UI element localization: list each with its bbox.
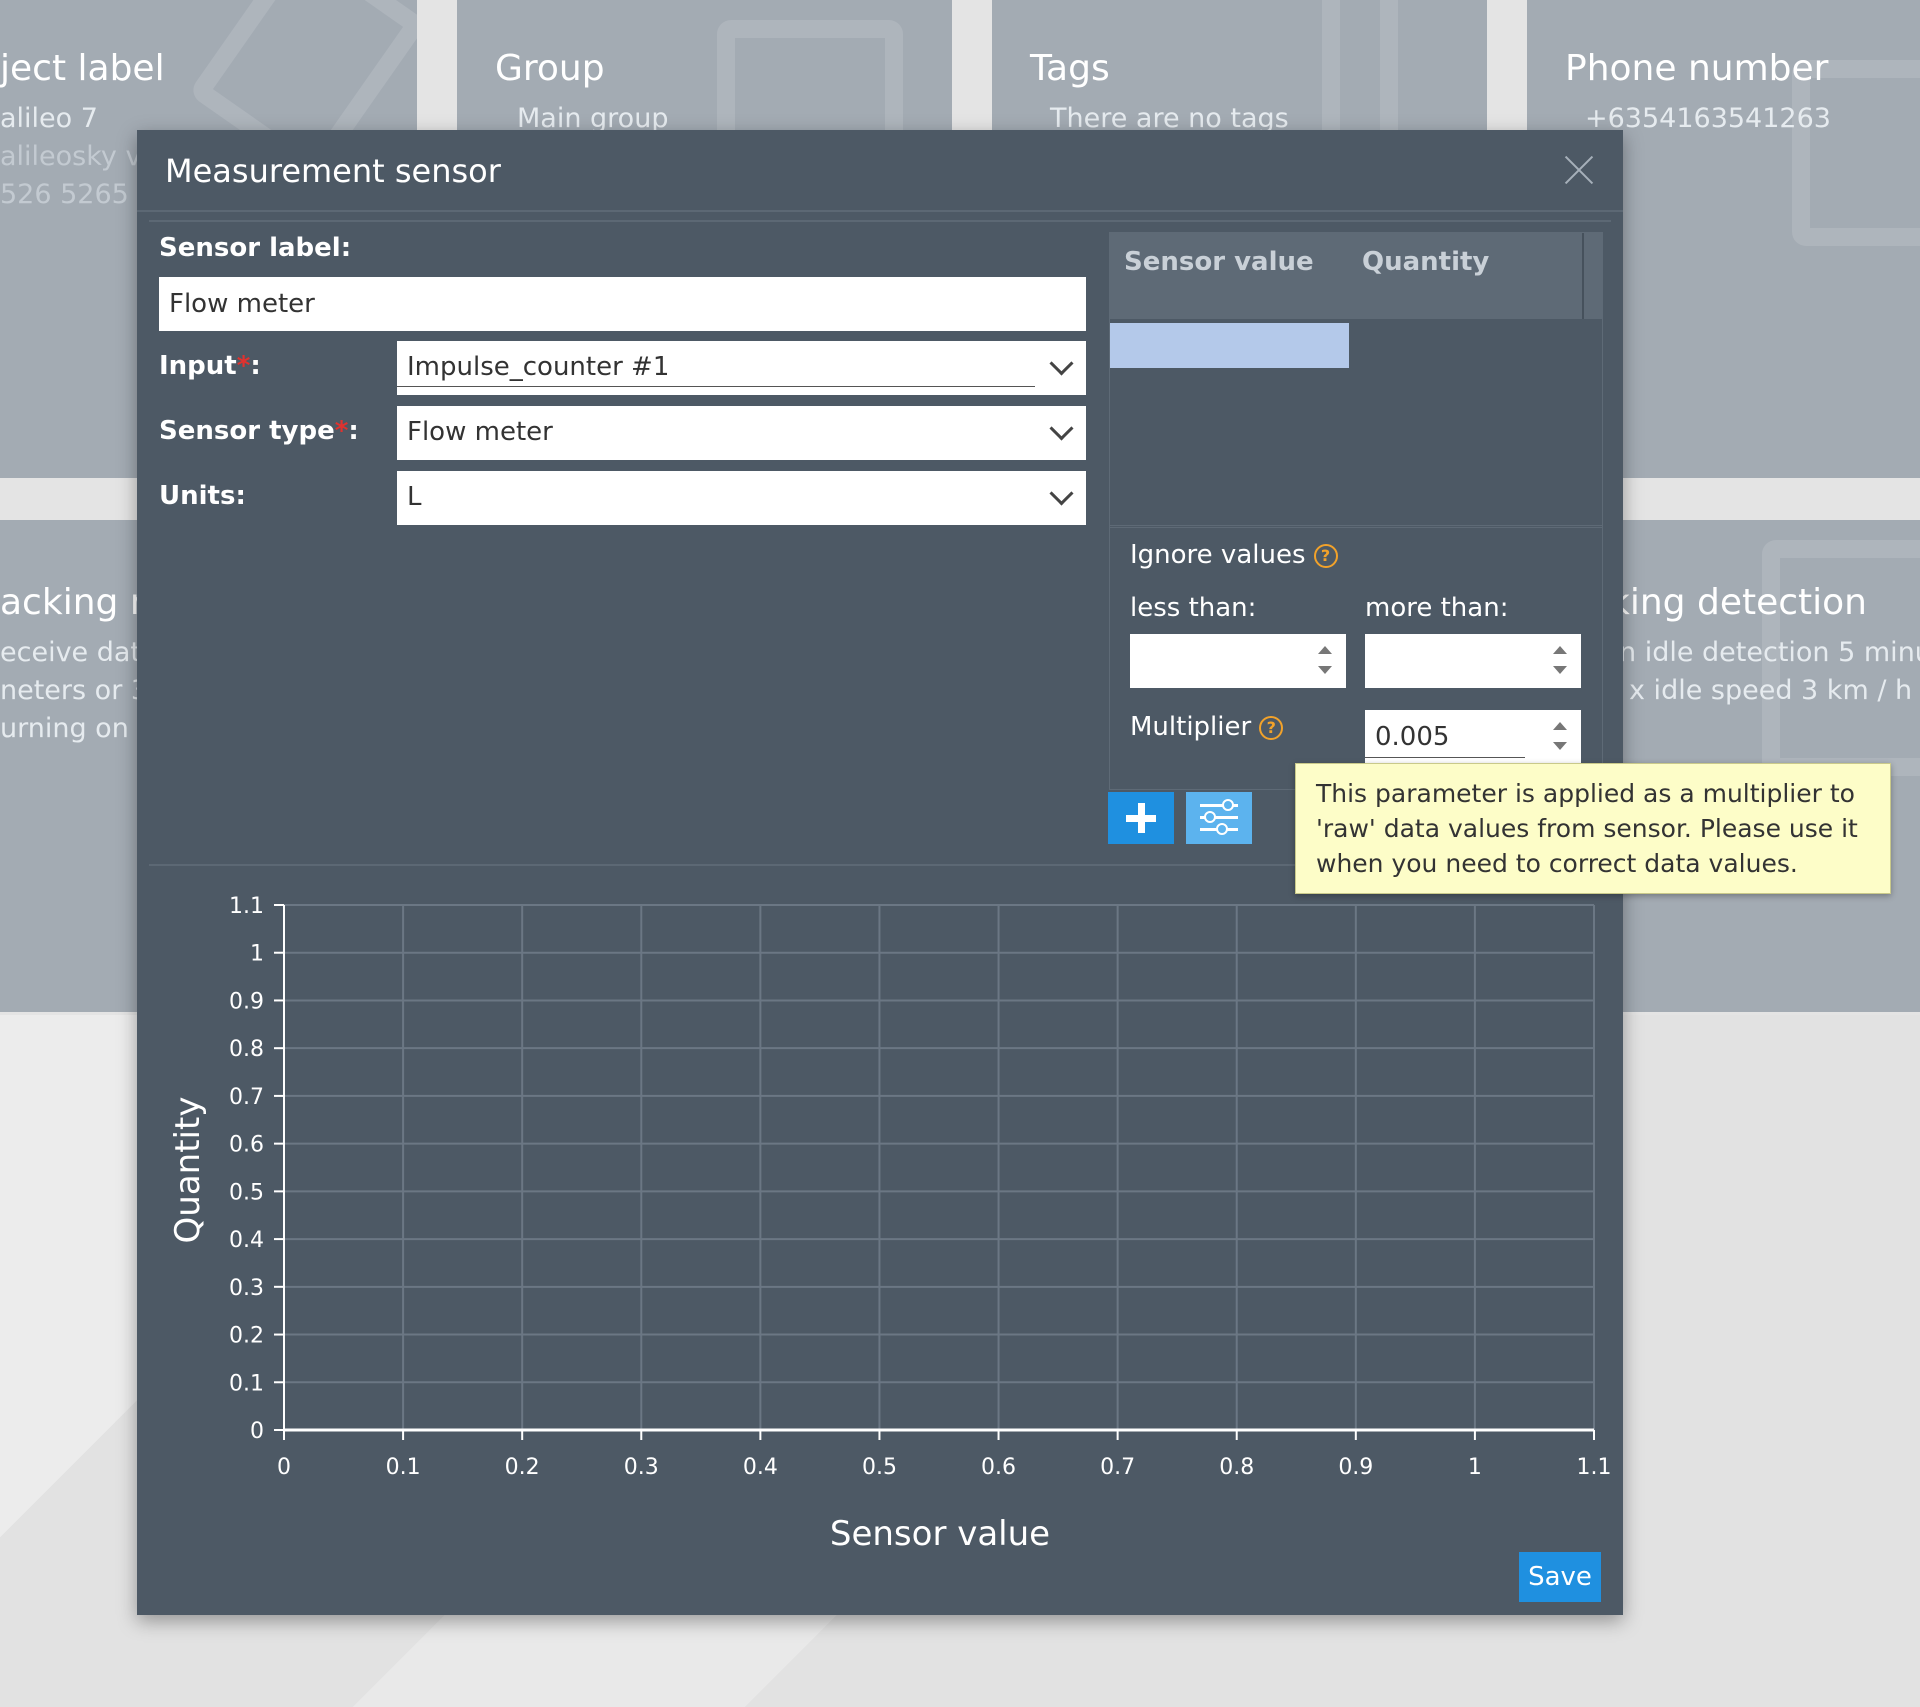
save-button[interactable]: Save — [1519, 1552, 1601, 1602]
x-tick-label: 1 — [1468, 1455, 1482, 1480]
multiplier-tooltip: This parameter is applied as a multiplie… — [1295, 763, 1891, 894]
x-tick-label: 0 — [277, 1455, 291, 1480]
y-tick-label: 0.4 — [229, 1228, 264, 1253]
card-title: king detection — [1609, 582, 1867, 623]
x-axis-ticks: 0 0.1 0.2 0.3 0.4 0.5 0.6 0.7 0.8 0.9 1 1.1 — [277, 1430, 1612, 1480]
card-line: n idle detection 5 minut — [1619, 637, 1920, 668]
x-tick-label: 0.5 — [862, 1455, 897, 1480]
y-tick-label: 0.2 — [229, 1324, 264, 1349]
x-tick-label: 0.9 — [1338, 1455, 1373, 1480]
chart-axes — [283, 905, 1594, 1432]
y-axis-ticks: 0 0.1 0.2 0.3 0.4 0.5 0.6 0.7 0.8 0.9 1 1.1 — [229, 894, 284, 1444]
card-title: Group — [495, 48, 605, 89]
x-tick-label: 0.3 — [624, 1455, 659, 1480]
x-tick-label: 0.6 — [981, 1455, 1016, 1480]
y-tick-label: 0.9 — [229, 989, 264, 1014]
card-title: Phone number — [1565, 48, 1829, 89]
y-tick-label: 0.1 — [229, 1371, 264, 1396]
y-tick-label: 0.7 — [229, 1085, 264, 1110]
x-tick-label: 0.2 — [505, 1455, 540, 1480]
y-tick-label: 0.8 — [229, 1037, 264, 1062]
y-tick-label: 0 — [250, 1419, 264, 1444]
x-axis-label: Sensor value — [830, 1514, 1050, 1554]
y-tick-label: 1.1 — [229, 894, 264, 919]
y-tick-label: 0.6 — [229, 1133, 264, 1158]
x-tick-label: 1.1 — [1577, 1455, 1612, 1480]
card-title: ject label — [0, 48, 165, 89]
card-line: urning on 3 — [0, 713, 155, 744]
y-tick-label: 0.3 — [229, 1276, 264, 1301]
x-tick-label: 0.4 — [743, 1455, 778, 1480]
y-tick-label: 0.5 — [229, 1180, 264, 1205]
card-line: 526 5265 2 — [0, 179, 155, 210]
x-tick-label: 0.7 — [1100, 1455, 1135, 1480]
y-axis-label: Quantity — [168, 1097, 208, 1244]
card-line: x idle speed 3 km / h — [1629, 675, 1913, 706]
x-tick-label: 0.1 — [386, 1455, 421, 1480]
chart-grid — [283, 904, 1595, 1431]
card-line: eceive data — [0, 637, 158, 668]
y-tick-label: 1 — [250, 942, 264, 967]
card-line: alileosky v — [0, 141, 142, 172]
card-title: Tags — [1030, 48, 1110, 89]
x-tick-label: 0.8 — [1219, 1455, 1254, 1480]
card-line: alileo 7 — [0, 103, 98, 134]
